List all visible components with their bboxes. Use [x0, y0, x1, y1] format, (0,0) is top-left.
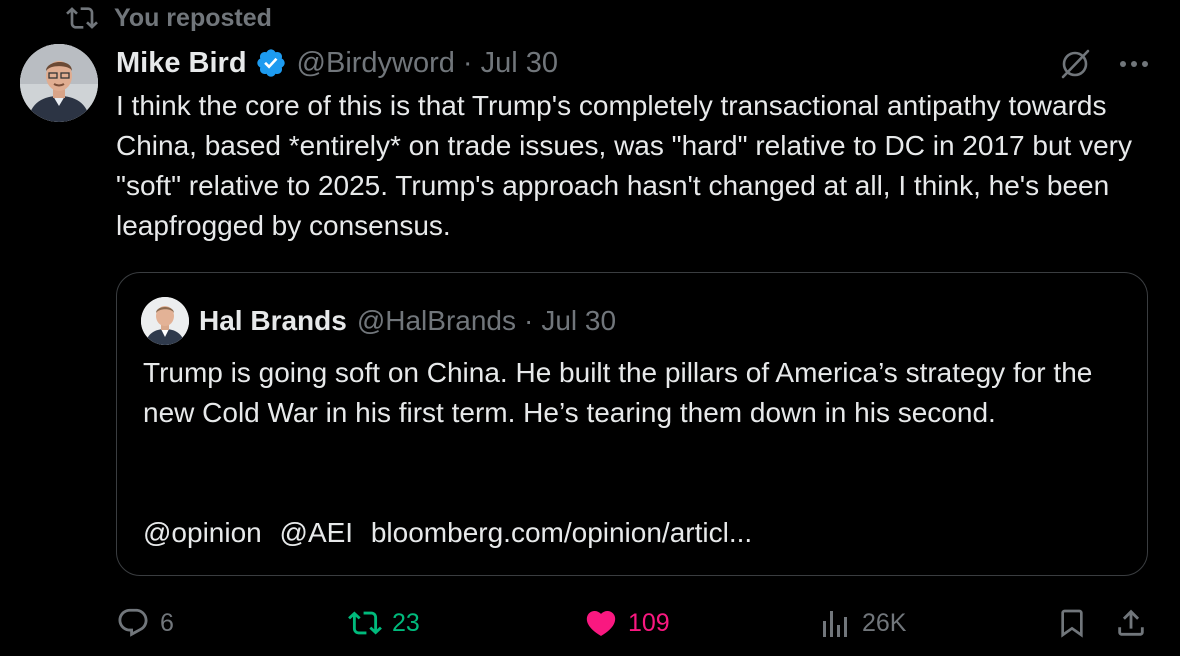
- post-header: Mike Bird @Birdyword · Jul 30: [116, 44, 558, 82]
- heart-icon: [586, 610, 616, 636]
- repost-icon: [348, 611, 382, 635]
- mention-link[interactable]: @AEI: [280, 517, 354, 548]
- quoted-avatar[interactable]: [141, 297, 189, 345]
- bookmark-icon: [1061, 609, 1083, 638]
- share-icon: [1118, 609, 1144, 636]
- views-count: 26K: [862, 608, 907, 637]
- grok-icon[interactable]: [1058, 47, 1092, 81]
- mention-link[interactable]: @opinion: [143, 517, 262, 548]
- repost-count: 23: [392, 608, 420, 637]
- bookmark-button[interactable]: [1056, 600, 1088, 646]
- post-text: I think the core of this is that Trump's…: [116, 90, 1132, 241]
- author-handle[interactable]: @Birdyword: [297, 47, 455, 80]
- quoted-post[interactable]: Hal Brands @HalBrands · Jul 30 Trump is …: [116, 272, 1148, 576]
- author-name[interactable]: Mike Bird: [116, 47, 247, 80]
- header-actions: [1058, 44, 1150, 84]
- action-bar: 6 23 109 26K: [116, 600, 1156, 646]
- repost-banner: You reposted: [66, 2, 272, 34]
- post[interactable]: You reposted Mike Bird @Birdyword · Jul …: [0, 0, 1180, 656]
- like-button[interactable]: 109: [584, 600, 670, 646]
- post-date[interactable]: Jul 30: [481, 47, 558, 80]
- quoted-author-handle[interactable]: @HalBrands: [357, 305, 516, 337]
- avatar-image: [20, 44, 98, 122]
- quoted-author-name[interactable]: Hal Brands: [199, 305, 347, 337]
- views-chart-icon: [823, 611, 847, 637]
- quoted-avatar-image: [141, 297, 189, 345]
- avatar[interactable]: [20, 44, 98, 122]
- quoted-separator-dot: ·: [523, 305, 534, 336]
- share-button[interactable]: [1114, 600, 1148, 646]
- quoted-date[interactable]: Jul 30: [541, 305, 616, 337]
- repost-button[interactable]: 23: [348, 600, 420, 646]
- reply-icon: [118, 608, 148, 637]
- repost-banner-text: You reposted: [114, 3, 272, 32]
- reply-count: 6: [160, 608, 174, 637]
- external-link[interactable]: bloomberg.com/opinion/articl...: [371, 517, 752, 548]
- separator-dot: ·: [462, 46, 473, 79]
- like-count: 109: [628, 608, 670, 637]
- quoted-text: Trump is going soft on China. He built t…: [143, 357, 1093, 428]
- views-button[interactable]: 26K: [820, 600, 906, 646]
- quoted-header: Hal Brands @HalBrands · Jul 30: [199, 301, 616, 341]
- reply-button[interactable]: 6: [116, 600, 174, 646]
- quoted-links: @opinion @AEI bloomberg.com/opinion/arti…: [143, 513, 762, 553]
- verified-badge-icon[interactable]: [255, 47, 287, 79]
- repost-icon: [66, 7, 98, 29]
- more-icon[interactable]: [1118, 59, 1150, 69]
